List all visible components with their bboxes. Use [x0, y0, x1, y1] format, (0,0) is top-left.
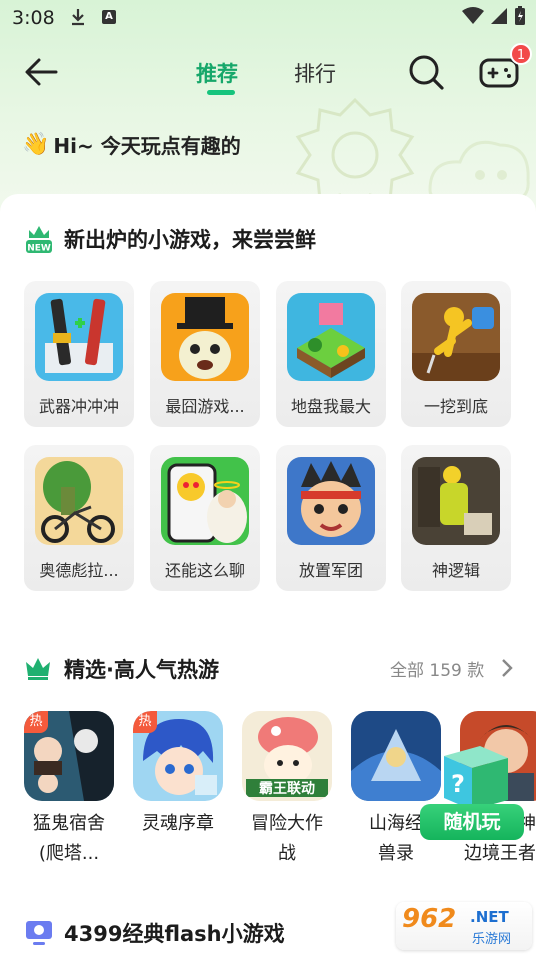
game-name: 地盘我最大: [290, 397, 371, 416]
greeting: 👋 Hi~ 今天玩点有趣的: [22, 130, 241, 159]
hot-tag: 热: [133, 711, 157, 733]
game-icon-adventure: 霸王联动: [242, 711, 332, 801]
game-icon-ghost-dorm: 热: [24, 711, 114, 801]
cube-mark: ?: [451, 770, 465, 798]
game-icon-logic: [412, 457, 500, 545]
new-games-title: 新出炉的小游戏，来尝尝鲜: [64, 228, 316, 252]
account-icon: A: [102, 10, 116, 24]
view-all-link[interactable]: 全部 159 款: [390, 656, 484, 681]
active-tab-indicator: [207, 90, 235, 95]
game-art-caption: 霸王联动: [259, 780, 315, 797]
game-icon-soul-prelude: 热: [133, 711, 223, 801]
game-tile[interactable]: 还能这么聊: [150, 445, 260, 591]
status-bar: 3:08 A: [0, 0, 536, 36]
game-tile[interactable]: 最囧游戏...: [150, 281, 260, 427]
mystery-cube-icon: ?: [444, 746, 508, 810]
game-name: 最囧游戏...: [165, 397, 245, 416]
game-name: 还能这么聊: [164, 561, 245, 580]
game-tile[interactable]: 一挖到底: [401, 281, 511, 427]
hot-game-item[interactable]: 热 灵魂序章: [133, 711, 223, 839]
game-tile[interactable]: 放置军团: [276, 445, 386, 591]
game-icon-army: [287, 457, 375, 545]
back-arrow-icon[interactable]: [22, 54, 60, 90]
hot-game-name-line1: 灵魂序章: [142, 813, 214, 834]
site-watermark: 962 .NET 乐游网: [396, 902, 532, 950]
watermark-site: 乐游网: [472, 932, 512, 947]
search-icon[interactable]: [406, 52, 446, 92]
game-icon-funny-face: [161, 293, 249, 381]
download-icon: [70, 8, 86, 30]
hot-games-title: 精选·高人气热游: [64, 658, 219, 682]
random-play-label: 随机玩: [420, 804, 524, 840]
watermark-net: .NET: [470, 908, 509, 926]
game-name: 奥德彪拉...: [39, 561, 119, 580]
hot-game-name-line2: 战: [278, 843, 296, 864]
hot-game-item[interactable]: 霸王联动 冒险大作 战: [242, 711, 332, 869]
status-time: 3:08: [12, 7, 55, 29]
wifi-icon: [462, 7, 484, 24]
tab-recommend[interactable]: 推荐: [196, 58, 238, 88]
random-play-button[interactable]: ? 随机玩: [416, 742, 528, 846]
game-tile[interactable]: 武器冲冲冲: [24, 281, 134, 427]
hot-game-name: 猛鬼宿舍 (爬塔...: [24, 809, 114, 869]
game-name: 武器冲冲冲: [38, 397, 119, 416]
game-icon-territory: [287, 293, 375, 381]
game-name: 神逻辑: [431, 561, 480, 580]
watermark-number: 962: [402, 904, 457, 934]
chevron-right-icon[interactable]: [500, 657, 514, 679]
game-icon-chat: [161, 457, 249, 545]
hot-game-name-line1: 冒险大作: [251, 813, 323, 834]
greeting-text: Hi~ 今天玩点有趣的: [53, 134, 241, 158]
tab-ranking[interactable]: 排行: [294, 58, 336, 88]
new-badge-icon: NEW: [26, 226, 52, 254]
hot-game-name: 灵魂序章: [133, 809, 223, 839]
game-tile[interactable]: 神逻辑: [401, 445, 511, 591]
hot-game-item[interactable]: 热 猛鬼宿舍 (爬塔...: [24, 711, 114, 869]
hot-game-name: 冒险大作 战: [242, 809, 332, 869]
hot-game-name-line1: 猛鬼宿舍: [33, 813, 105, 834]
hot-tag: 热: [24, 711, 48, 733]
game-icon-dig: [412, 293, 500, 381]
waving-hand-icon: 👋: [22, 132, 50, 157]
game-icon-bike: [35, 457, 123, 545]
signal-icon: [491, 8, 507, 24]
battery-icon: [515, 6, 525, 25]
game-tile[interactable]: 奥德彪拉...: [24, 445, 134, 591]
new-badge-text: NEW: [27, 244, 51, 254]
game-icon-weapons: [35, 293, 123, 381]
game-name: 放置军团: [298, 561, 363, 580]
game-tile[interactable]: 地盘我最大: [276, 281, 386, 427]
game-name: 一挖到底: [423, 397, 488, 416]
flash-games-title: 4399经典flash小游戏: [64, 922, 285, 946]
crown-icon: [26, 658, 50, 680]
monitor-icon: [26, 921, 52, 945]
hot-game-name-line2: (爬塔...: [38, 843, 100, 864]
notification-badge: 1: [510, 43, 532, 65]
